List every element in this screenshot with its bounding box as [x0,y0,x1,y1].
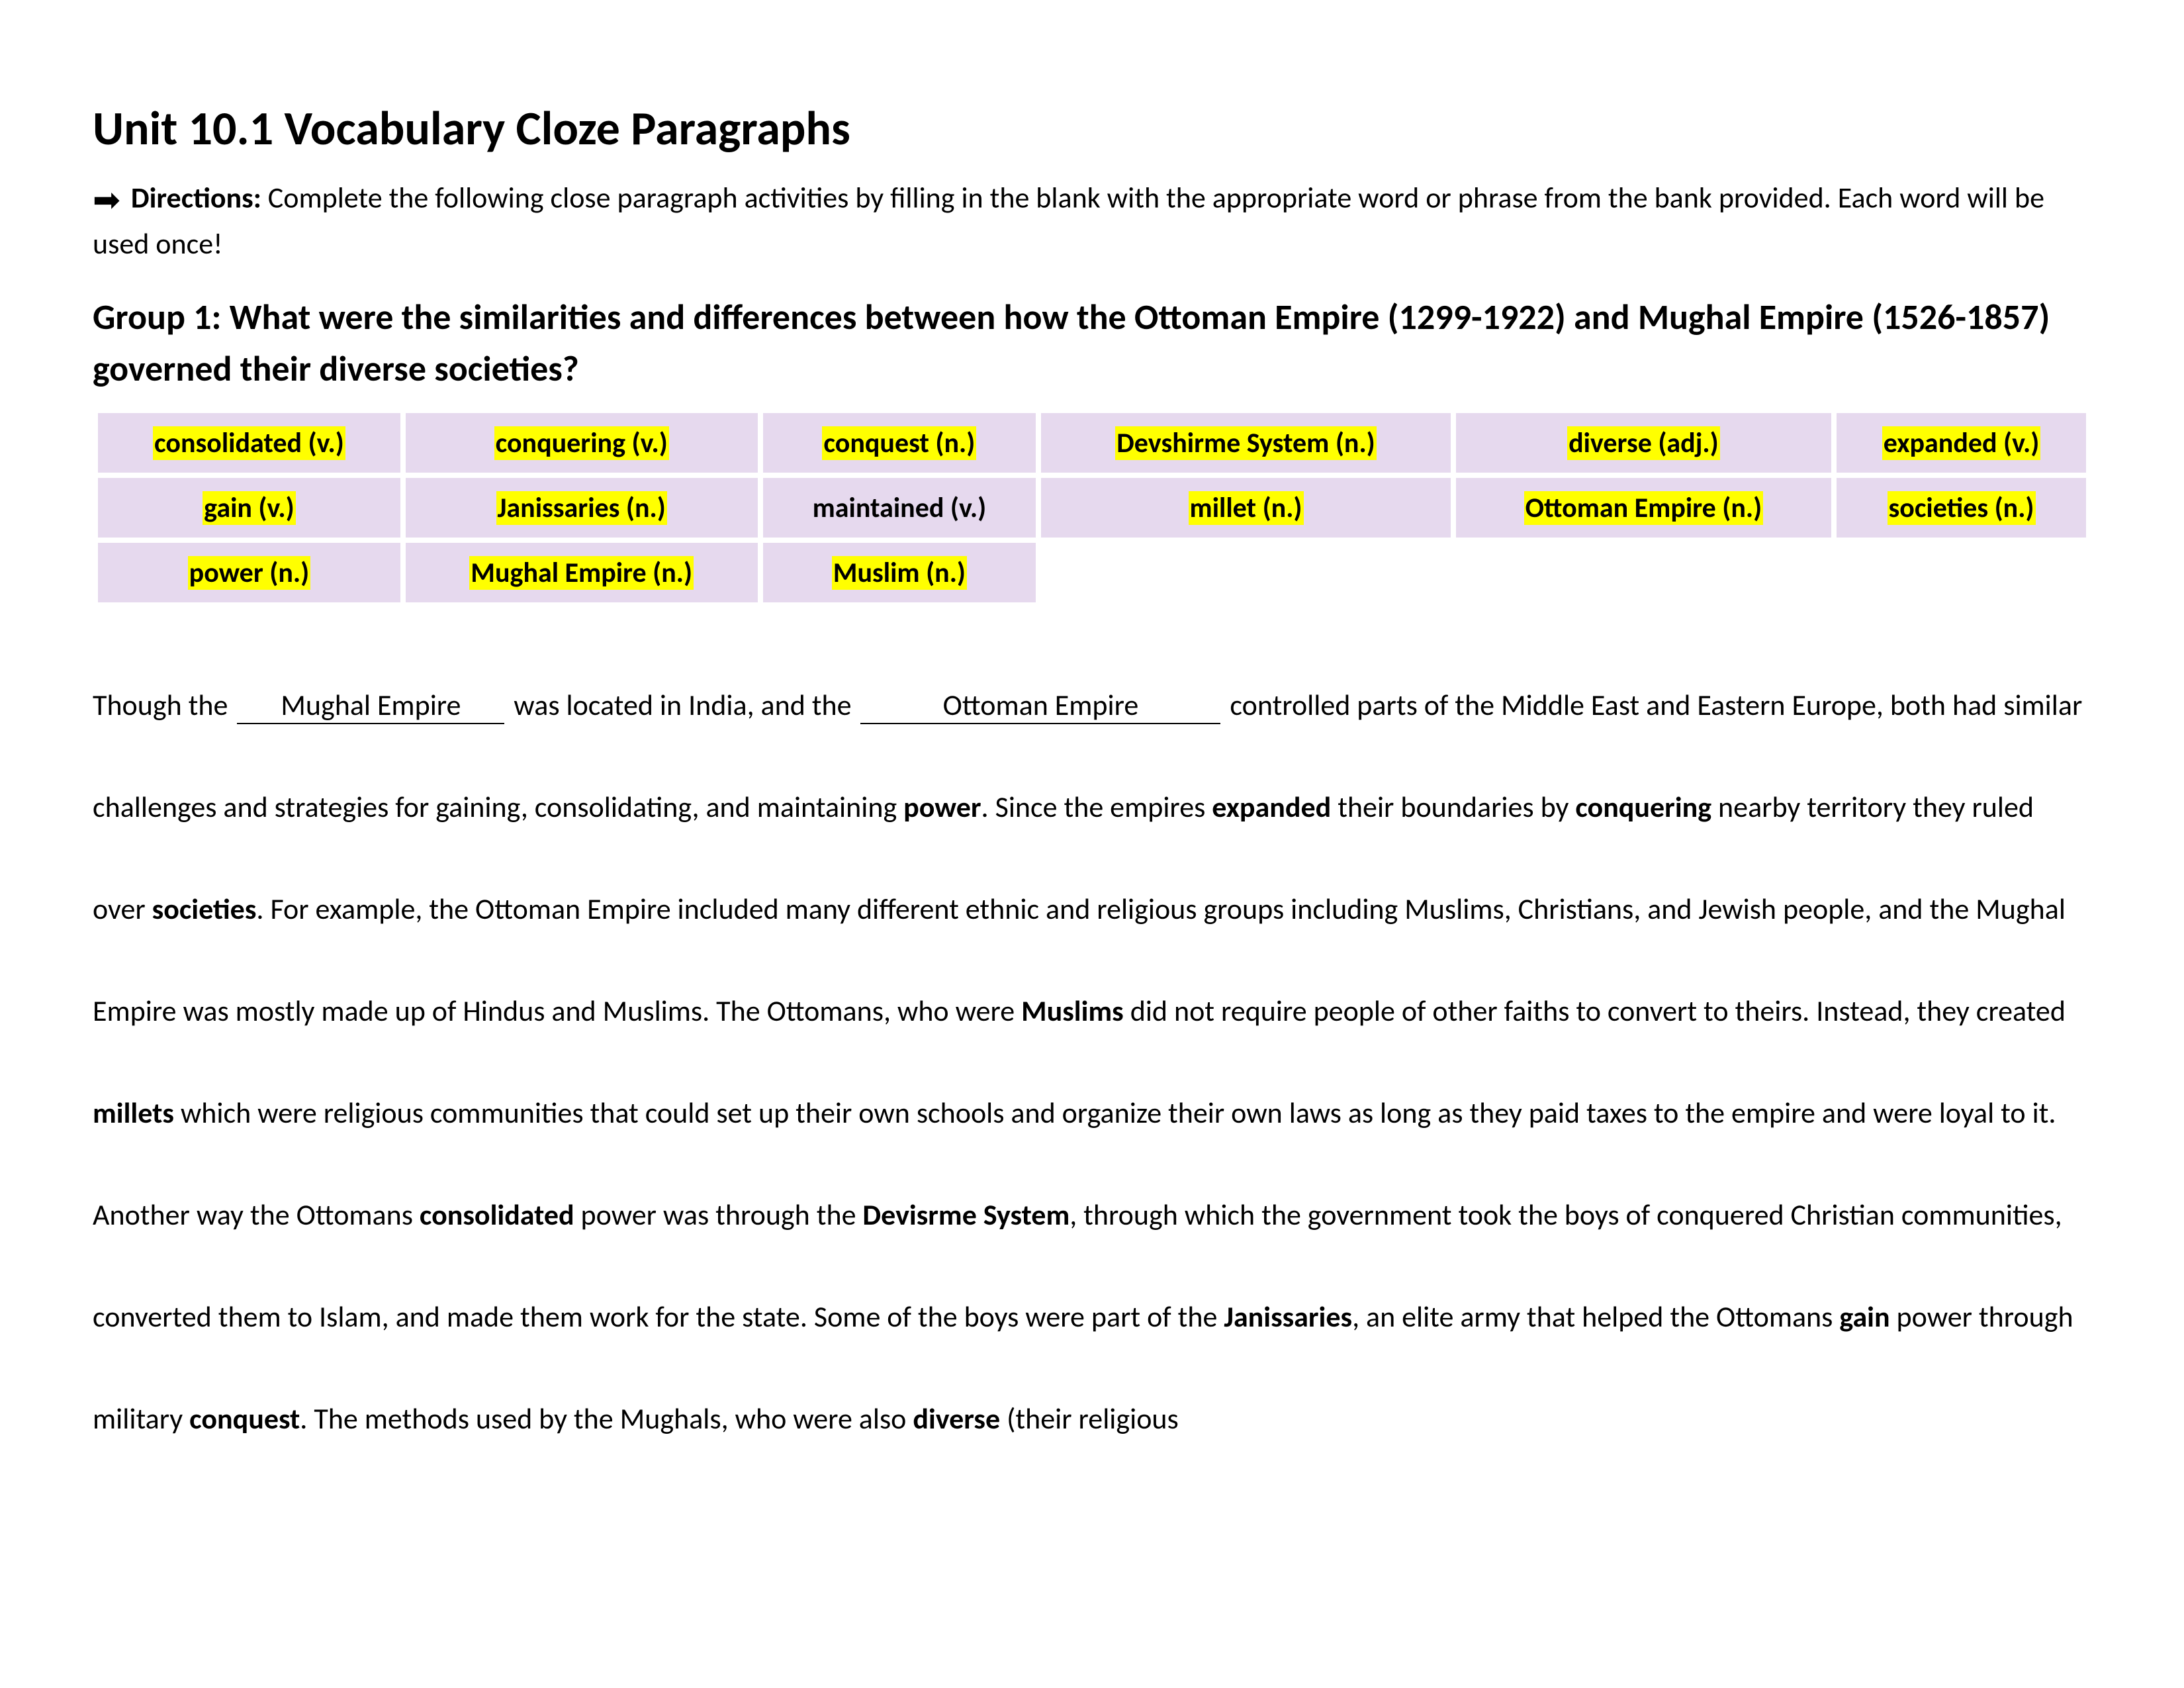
text: was located in India, and the [507,687,858,723]
page-title: Unit 10.1 Vocabulary Cloze Paragraphs [93,99,2091,158]
word-bank-cell: Ottoman Empire (n.) [1456,478,1831,538]
word-bank-cell [1456,543,1831,602]
arrow-right-icon: ➡ [93,177,120,224]
word-bank-cell: Janissaries (n.) [406,478,758,538]
bold-word: power [903,789,981,825]
bold-word: societies [152,891,257,927]
word-bank-cell: Devshirme System (n.) [1041,413,1451,473]
text: , an elite army that helped the Ottomans [1352,1299,1839,1335]
bold-word: diverse [913,1401,1000,1436]
word-bank-body: consolidated (v.)conquering (v.)conquest… [98,413,2086,602]
group-heading: Group 1: What were the similarities and … [93,291,2091,395]
text: (their religious [1000,1401,1179,1436]
text: . Since the empires [981,789,1212,825]
text: did not require people of other faiths t… [1124,993,2066,1029]
text: their boundaries by [1331,789,1575,825]
word-bank-cell: diverse (adj.) [1456,413,1831,473]
word-bank-cell: millet (n.) [1041,478,1451,538]
word-bank-cell [1837,543,2086,602]
text: . The methods used by the Mughals, who w… [300,1401,913,1436]
word-bank-cell: Muslim (n.) [763,543,1036,602]
bold-word: expanded [1212,789,1331,825]
bold-word: millets [93,1095,174,1131]
word-bank-cell: Mughal Empire (n.) [406,543,758,602]
word-bank-cell: power (n.) [98,543,400,602]
text: power was through the [574,1197,863,1233]
bold-word: conquering [1575,789,1711,825]
fill-blank[interactable]: Ottoman Empire [860,688,1220,724]
word-bank-cell: maintained (v.) [763,478,1036,538]
bold-word: conquest [189,1401,300,1436]
worksheet-page: Unit 10.1 Vocabulary Cloze Paragraphs ➡ … [0,0,2184,1688]
bold-word: Muslims [1021,993,1124,1029]
cloze-paragraph: Though the Mughal Empire was located in … [93,654,2091,1470]
bold-word: consolidated [420,1197,574,1233]
word-bank-cell [1041,543,1451,602]
word-bank-cell: consolidated (v.) [98,413,400,473]
word-bank-cell: conquering (v.) [406,413,758,473]
directions-label: Directions: [131,180,261,216]
text: Though the [93,687,234,723]
word-bank-cell: expanded (v.) [1837,413,2086,473]
bold-word: Devisrme System [862,1197,1069,1233]
fill-blank[interactable]: Mughal Empire [237,688,504,724]
directions: ➡ Directions: Complete the following clo… [93,177,2091,265]
word-bank-table: consolidated (v.)conquering (v.)conquest… [93,408,2091,608]
bold-word: gain [1839,1299,1889,1335]
word-bank-cell: gain (v.) [98,478,400,538]
bold-word: Janissaries [1224,1299,1352,1335]
word-bank-cell: societies (n.) [1837,478,2086,538]
directions-text: Complete the following close paragraph a… [93,180,2044,262]
word-bank-cell: conquest (n.) [763,413,1036,473]
